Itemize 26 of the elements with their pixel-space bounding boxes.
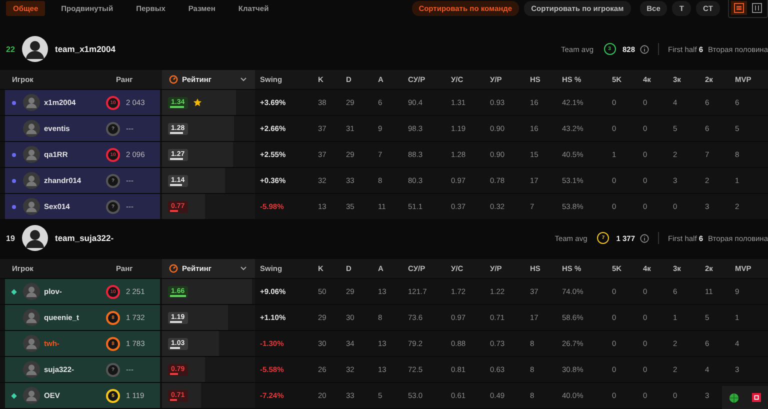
avatar-icon [23,172,40,189]
avatar-icon [23,198,40,215]
team-name: team_suja322- [55,233,114,243]
avatar-icon [23,94,40,111]
avatar-icon [23,283,40,300]
info-icon[interactable] [640,44,650,54]
chevron-down-icon [240,266,247,271]
avatar-icon [23,387,40,404]
gauge-icon [169,75,178,84]
team-name: team_x1m2004 [55,44,116,54]
avatar-icon [23,120,40,137]
list-view-button[interactable] [731,1,747,15]
team-score: 22 [6,44,16,54]
globe-icon[interactable] [728,392,739,402]
chevron-down-icon [240,77,247,82]
avatar-icon [23,146,40,163]
avatar-icon [23,309,40,326]
avatar-icon [23,361,40,378]
columns-view-button[interactable] [749,1,765,15]
avatar-icon [23,335,40,352]
team-logo-icon [22,225,48,251]
info-icon[interactable] [640,234,650,242]
gauge-icon [169,264,178,273]
square-icon[interactable] [752,393,762,402]
team-logo-icon [22,36,48,62]
team-score: 19 [6,234,16,242]
